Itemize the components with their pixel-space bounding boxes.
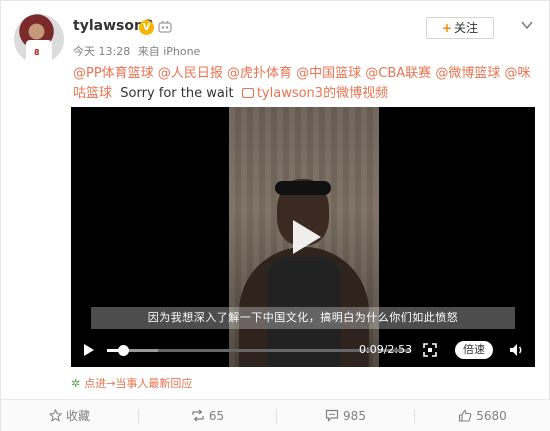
video-player[interactable]: 因为我想深入了解一下中国文化，搞明白为什么你们如此愤怒 0:09/2:53 倍速 <box>71 107 535 367</box>
volume-icon[interactable] <box>509 342 525 358</box>
comment-button[interactable]: 985 <box>277 400 414 431</box>
plus-icon: + <box>441 21 453 35</box>
post-time[interactable]: 今天 13:28 <box>73 45 130 58</box>
thumbs-up-icon <box>459 409 472 422</box>
member-icon[interactable] <box>158 20 172 34</box>
comment-count: 985 <box>343 409 366 423</box>
comment-icon <box>325 409 339 422</box>
repost-button[interactable]: 65 <box>139 400 276 431</box>
video-time: 0:09/2:53 <box>359 343 413 356</box>
sparkle-icon: ✲ <box>71 377 81 390</box>
speed-button[interactable]: 倍速 <box>455 341 493 359</box>
chevron-down-icon[interactable] <box>519 17 535 33</box>
latest-reply-link[interactable]: ✲ 点进→当事人最新回应 <box>71 375 192 391</box>
mention-china-basketball[interactable]: @中国篮球 <box>296 66 361 81</box>
post-body: Sorry for the wait <box>120 86 234 101</box>
post-text: @PP体育篮球 @人民日报 @虎扑体育 @中国篮球 @CBA联赛 @微博篮球 @… <box>73 64 543 104</box>
action-bar: 收藏 65 985 5680 <box>1 399 550 431</box>
avatar[interactable]: 8 <box>14 14 64 64</box>
mention-weibo-basketball[interactable]: @微博篮球 <box>435 66 500 81</box>
video-subtitle: 因为我想深入了解一下中国文化，搞明白为什么你们如此愤怒 <box>91 307 515 329</box>
play-icon[interactable] <box>83 343 95 357</box>
mention-pp-sports[interactable]: @PP体育篮球 <box>73 66 154 81</box>
video-link[interactable]: tylawson3的微博视频 <box>241 86 389 101</box>
like-count: 5680 <box>476 409 507 423</box>
progress-knob[interactable] <box>118 345 129 356</box>
video-controls: 0:09/2:53 倍速 <box>71 335 535 367</box>
repost-icon <box>192 409 204 422</box>
post-meta: 今天 13:28 来自 iPhone <box>73 43 204 59</box>
mention-cba[interactable]: @CBA联赛 <box>365 66 431 81</box>
mention-hupu[interactable]: @虎扑体育 <box>227 66 292 81</box>
fullscreen-icon[interactable] <box>423 343 437 357</box>
repost-count: 65 <box>208 409 225 423</box>
video-icon <box>241 88 254 98</box>
like-button[interactable]: 5680 <box>414 400 550 431</box>
star-icon <box>48 408 63 422</box>
follow-button[interactable]: + 关注 <box>426 17 494 39</box>
latest-reply-label: 点进→当事人最新回应 <box>84 377 193 390</box>
favorite-button[interactable]: 收藏 <box>1 400 138 431</box>
avatar-jersey-number: 8 <box>34 48 40 57</box>
post-source: 来自 iPhone <box>137 45 201 58</box>
verified-badge-icon[interactable]: V <box>139 20 154 35</box>
weibo-post-card: 8 tylawson3 V 今天 13:28 来自 iPhone + 关注 @PP… <box>0 0 550 431</box>
follow-label: 关注 <box>454 21 479 35</box>
favorite-label: 收藏 <box>65 409 90 423</box>
play-overlay-icon[interactable] <box>281 214 327 260</box>
mention-peoples-daily[interactable]: @人民日报 <box>158 66 223 81</box>
video-link-label: tylawson3的微博视频 <box>256 86 389 101</box>
